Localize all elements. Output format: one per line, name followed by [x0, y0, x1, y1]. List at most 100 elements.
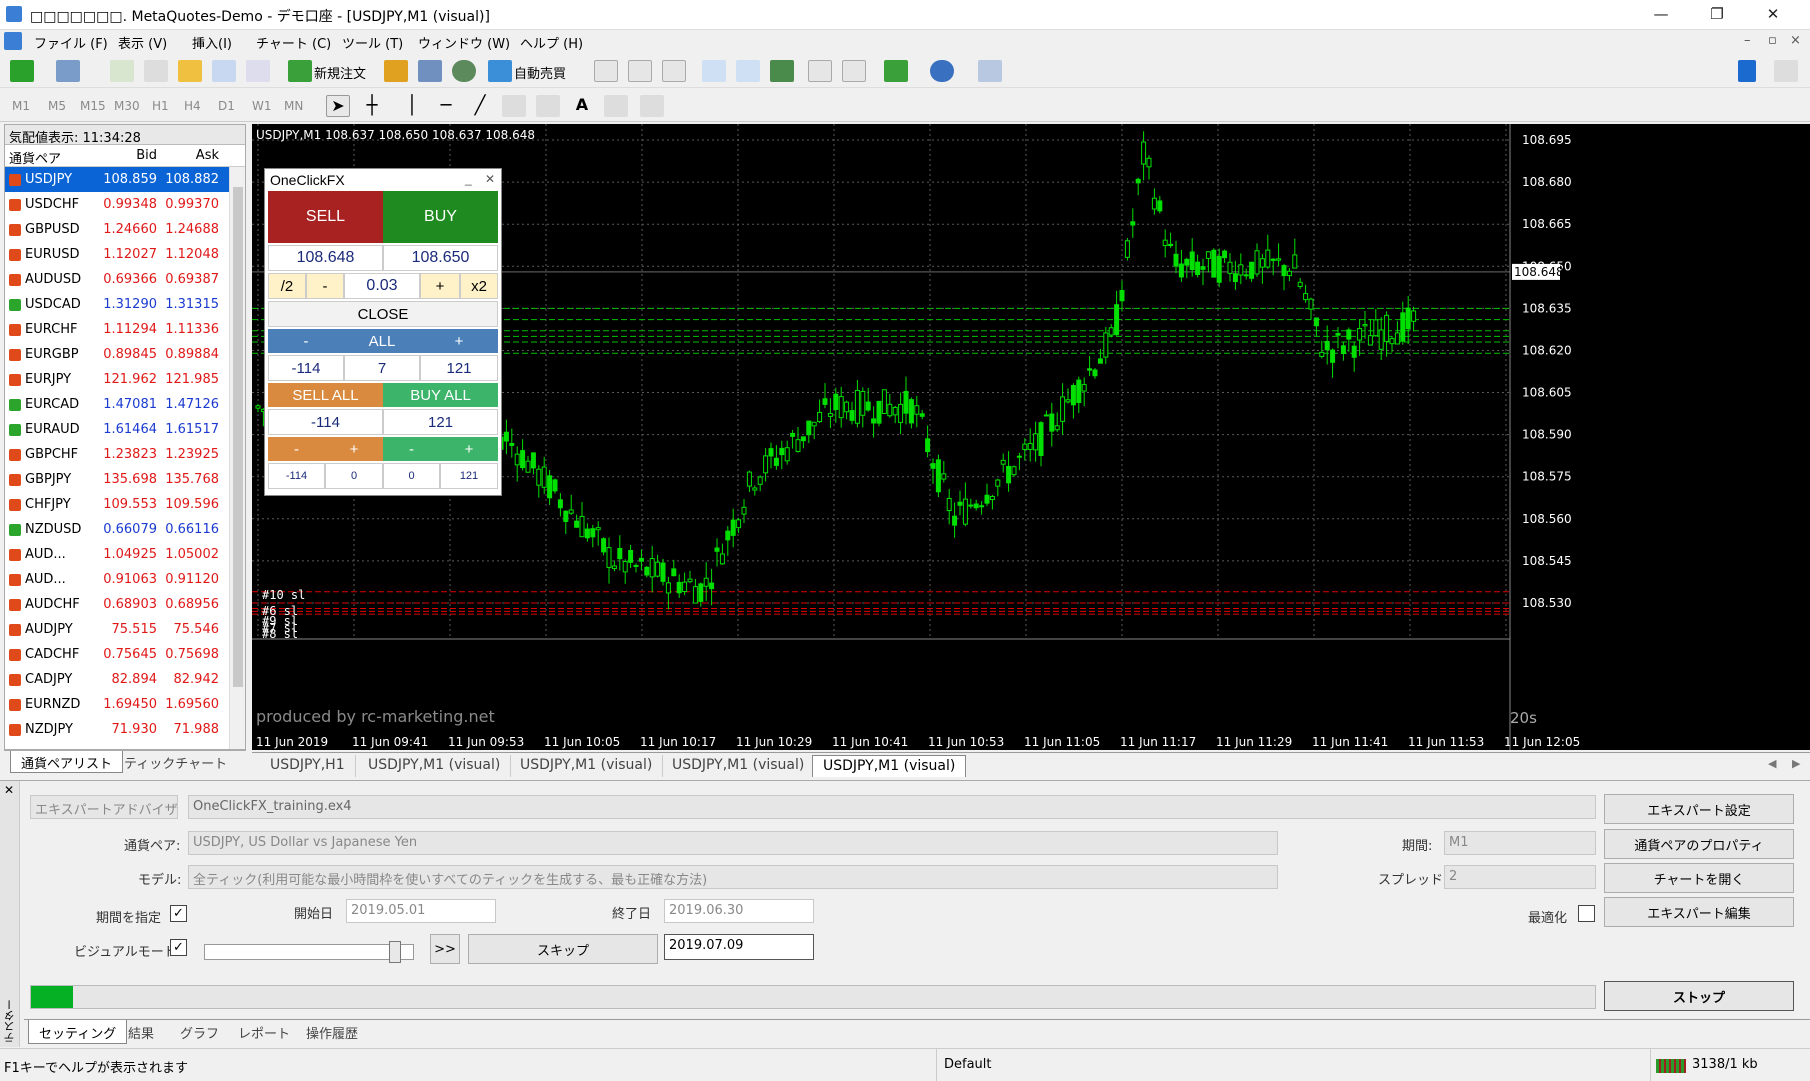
chart-tab-4[interactable]: USDJPY,M1 (visual) [662, 755, 816, 777]
trendline-icon[interactable]: ╱ [468, 95, 492, 117]
auto-scroll-icon[interactable] [842, 60, 866, 82]
tabs-scroll-left[interactable]: ◀ [1768, 757, 1776, 770]
visual-mode-checkbox[interactable]: ✓ [170, 939, 187, 956]
new-order-icon[interactable] [288, 60, 312, 82]
open-chart-button[interactable]: チャートを開く [1604, 863, 1794, 893]
market-watch-row[interactable]: EURCAD 1.47081 1.47126 [5, 392, 245, 417]
mode-select[interactable]: エキスパートアドバイザ [30, 795, 178, 819]
fibonacci-icon[interactable] [536, 95, 560, 117]
period-checkbox[interactable]: ✓ [170, 905, 187, 922]
market-watch-row[interactable]: AUD... 0.91063 0.91120 [5, 567, 245, 592]
market-watch-row[interactable]: NZDJPY 71.930 71.988 [5, 717, 245, 742]
channel-icon[interactable] [502, 95, 526, 117]
data-window-icon[interactable] [178, 60, 202, 82]
line-chart-icon[interactable] [662, 60, 686, 82]
lot-plus-button[interactable]: + [420, 273, 460, 299]
search-icon[interactable] [1738, 60, 1756, 82]
lot-double-button[interactable]: x2 [460, 273, 498, 299]
crosshair-icon[interactable]: ┼ [360, 95, 384, 117]
sell-plus-button[interactable]: + [325, 437, 383, 461]
market-watch-row[interactable]: AUDCHF 0.68903 0.68956 [5, 592, 245, 617]
vertical-line-icon[interactable]: │ [400, 95, 424, 117]
market-watch-row[interactable]: EURJPY 121.962 121.985 [5, 367, 245, 392]
chart-tab-1[interactable]: USDJPY,H1 [260, 755, 356, 777]
arrows-icon[interactable] [640, 95, 664, 117]
close-button[interactable]: ✕ [1750, 0, 1796, 30]
menu-help[interactable]: ヘルプ (H) [520, 33, 583, 52]
tab-tick-chart[interactable]: ティックチャート [124, 753, 227, 772]
mdi-minimize-button[interactable]: – [1744, 33, 1751, 48]
tf-h1[interactable]: H1 [152, 99, 169, 113]
market-watch-row[interactable]: CADJPY 82.894 82.942 [5, 667, 245, 692]
col-ask[interactable]: Ask [163, 145, 225, 166]
col-symbol[interactable]: 通貨ペア [5, 145, 101, 167]
market-watch-row[interactable]: EURUSD 1.12027 1.12048 [5, 242, 245, 267]
market-watch-icon[interactable] [110, 60, 134, 82]
spread-select[interactable]: 2 [1444, 865, 1596, 889]
meta-editor-icon[interactable] [384, 60, 408, 82]
sell-minus-button[interactable]: - [268, 437, 325, 461]
market-watch-row[interactable]: EURGBP 0.89845 0.89884 [5, 342, 245, 367]
market-watch-row[interactable]: CADCHF 0.75645 0.75698 [5, 642, 245, 667]
tab-report[interactable]: レポート [238, 1023, 290, 1042]
menu-chart[interactable]: チャート (C) [256, 33, 331, 52]
stop-button[interactable]: ストップ [1604, 981, 1794, 1011]
skip-to-date-input[interactable]: 2019.07.09 [664, 934, 814, 960]
menu-view[interactable]: 表示 (V) [118, 33, 167, 52]
tf-m15[interactable]: M15 [80, 99, 106, 113]
tab-symbols[interactable]: 通貨ペアリスト [10, 751, 124, 773]
market-watch-row[interactable]: EURCHF 1.11294 1.11336 [5, 317, 245, 342]
tester-icon[interactable] [246, 60, 270, 82]
menu-file[interactable]: ファイル (F) [34, 33, 108, 52]
auto-trading-button[interactable]: 自動売買 [514, 63, 566, 82]
cursor-icon[interactable]: ➤ [326, 95, 350, 117]
oneclickfx-minimize[interactable]: _ [465, 172, 472, 186]
tabs-scroll-right[interactable]: ▶ [1792, 757, 1800, 770]
navigator-icon[interactable] [144, 60, 168, 82]
chart-tab-3[interactable]: USDJPY,M1 (visual) [510, 755, 664, 777]
buy-all-button[interactable]: BUY ALL [383, 383, 498, 407]
market-watch-row[interactable]: GBPJPY 135.698 135.768 [5, 467, 245, 492]
market-watch-row[interactable]: USDCHF 0.99348 0.99370 [5, 192, 245, 217]
market-watch-row[interactable]: CHFJPY 109.553 109.596 [5, 492, 245, 517]
end-date-input[interactable]: 2019.06.30 [664, 899, 814, 923]
expert-select[interactable]: OneClickFX_training.ex4 [188, 795, 1596, 819]
lot-input[interactable]: 0.03 [344, 273, 420, 299]
tf-h4[interactable]: H4 [184, 99, 201, 113]
tf-m30[interactable]: M30 [114, 99, 140, 113]
menu-window[interactable]: ウィンドウ (W) [418, 33, 510, 52]
zoom-in-icon[interactable] [702, 60, 726, 82]
tf-mn[interactable]: MN [284, 99, 303, 113]
text-icon[interactable]: A [570, 95, 594, 117]
indicators-icon[interactable] [884, 60, 908, 82]
close-plus-button[interactable]: + [420, 329, 498, 353]
market-watch-row[interactable]: NZDUSD 0.66079 0.66116 [5, 517, 245, 542]
market-watch-row[interactable]: AUDUSD 0.69366 0.69387 [5, 267, 245, 292]
sell-all-button[interactable]: SELL ALL [268, 383, 383, 407]
bar-chart-icon[interactable] [594, 60, 618, 82]
market-watch-row[interactable]: GBPCHF 1.23823 1.23925 [5, 442, 245, 467]
symbol-select[interactable]: USDJPY, US Dollar vs Japanese Yen [188, 831, 1278, 855]
templates-icon[interactable] [978, 60, 1002, 82]
tf-w1[interactable]: W1 [252, 99, 272, 113]
candle-chart-icon[interactable] [628, 60, 652, 82]
new-chart-icon[interactable] [10, 60, 34, 82]
visual-speed-slider[interactable] [204, 941, 414, 963]
buy-button[interactable]: BUY [383, 191, 498, 243]
market-watch-row[interactable]: EURAUD 1.61464 1.61517 [5, 417, 245, 442]
tile-windows-icon[interactable] [770, 60, 794, 82]
buy-plus-button[interactable]: + [440, 437, 498, 461]
expert-edit-button[interactable]: エキスパート編集 [1604, 897, 1794, 927]
market-watch-row[interactable]: AUDJPY 75.515 75.546 [5, 617, 245, 642]
new-order-button[interactable]: 新規注文 [314, 63, 366, 82]
sell-button[interactable]: SELL [268, 191, 383, 243]
chart-tab-2[interactable]: USDJPY,M1 (visual) [358, 755, 512, 777]
fast-forward-button[interactable]: >> [430, 934, 460, 964]
menu-insert[interactable]: 挿入(I) [192, 33, 232, 52]
app-menu-icon[interactable] [4, 32, 22, 50]
horizontal-line-icon[interactable]: ─ [434, 95, 458, 117]
lot-minus-button[interactable]: - [306, 273, 344, 299]
close-minus-button[interactable]: - [268, 329, 344, 353]
tab-settings[interactable]: セッティング [28, 1020, 128, 1044]
period-select[interactable]: M1 [1444, 831, 1596, 855]
